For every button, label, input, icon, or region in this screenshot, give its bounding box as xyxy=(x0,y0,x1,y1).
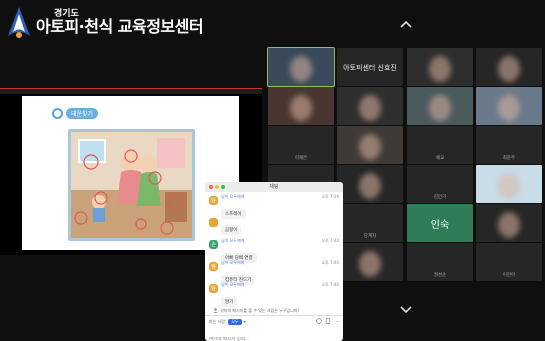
chat-panel: 채팅 팀 님이 모두에게 오후 7:39 스프레이 곰팡이 손 님이 모두에게 오후 7:40… xyxy=(205,182,343,341)
participant-name: 이재은 xyxy=(294,156,308,161)
sender-avatar: 팀 xyxy=(209,284,218,293)
emoji-icon[interactable] xyxy=(316,318,322,325)
participant-tile[interactable] xyxy=(268,87,334,125)
recipient-label: 받는 사람: xyxy=(209,318,227,324)
message-sender: 님이 모두에게 xyxy=(221,238,245,243)
logo-title: 아토피·천식 교육정보센터 xyxy=(36,17,204,37)
file-attach-icon[interactable] xyxy=(325,318,331,325)
message-text: 완기 xyxy=(221,297,238,307)
participant-video xyxy=(359,95,381,121)
message-text: 곰팡이 xyxy=(221,225,242,235)
participant-tile[interactable]: 당계자 xyxy=(337,204,403,242)
participant-video xyxy=(498,56,520,82)
message-time: 오후 7:40 xyxy=(321,238,339,243)
chat-message: 팀 님이 모두에게 오후 7:40 컴퓨터 진드기 xyxy=(209,260,339,285)
chat-composer: 받는 사람: 모두 ▾ ⋯ xyxy=(205,315,343,341)
chat-message-list: 팀 님이 모두에게 오후 7:39 스프레이 곰팡이 손 님이 모두에게 오후 7:40 아빠 … xyxy=(205,192,343,307)
participant-name: 김민기 xyxy=(433,195,447,200)
message-sender: 님이 모두에게 xyxy=(221,282,245,287)
chat-title: 채팅 xyxy=(269,184,279,190)
chat-message: 곰팡이 xyxy=(209,216,339,238)
participant-name: 아토피센터 신효진 xyxy=(343,64,397,72)
chat-message: 팀 님이 모두에게 오후 7:39 스프레이 xyxy=(209,194,339,219)
slide-tag-icon xyxy=(52,108,63,119)
participant-video xyxy=(429,56,451,82)
sender-avatar: 손 xyxy=(209,240,218,249)
message-time: 오후 7:40 xyxy=(321,260,339,265)
logo-mark-icon xyxy=(6,6,32,40)
participant-tile[interactable] xyxy=(337,165,403,203)
slide-tag-label: 태운찾기 xyxy=(66,108,99,119)
chevron-down-icon: ▾ xyxy=(243,319,246,324)
participant-tile[interactable] xyxy=(407,87,473,125)
message-sender: 님이 모두에게 xyxy=(221,194,245,199)
logo: 경기도 아토피·천식 교육정보센터 xyxy=(6,6,204,40)
participant-tile[interactable] xyxy=(267,47,335,87)
participant-tile[interactable]: 이재은 xyxy=(268,126,334,164)
message-time: 오후 7:40 xyxy=(321,282,339,287)
chat-message: 팀 님이 모두에게 오후 7:40 완기 xyxy=(209,282,339,307)
participant-tile[interactable] xyxy=(476,48,542,86)
chat-notice-text: 귀하의 메시지를 볼 수 있는 사람은 누구입니까? xyxy=(220,307,300,313)
person-icon xyxy=(213,307,218,314)
participant-video xyxy=(359,173,381,199)
participant-tile[interactable]: 아토피센터 신효진 xyxy=(337,48,403,86)
message-time: 오후 7:39 xyxy=(321,194,339,199)
participant-tile[interactable] xyxy=(337,243,403,281)
participant-tile[interactable] xyxy=(476,165,542,203)
chat-titlebar: 채팅 xyxy=(205,182,343,192)
participant-name: 권성순 xyxy=(433,273,447,278)
participant-video xyxy=(290,95,312,121)
participant-tile[interactable] xyxy=(476,204,542,242)
participant-tile[interactable] xyxy=(337,126,403,164)
participant-tile[interactable]: 김민기 xyxy=(407,165,473,203)
room-illustration xyxy=(68,129,195,241)
participant-tile[interactable] xyxy=(407,48,473,86)
participant-tile[interactable]: 권성순 xyxy=(407,243,473,281)
more-options-icon[interactable]: ⋯ xyxy=(334,319,339,325)
chat-message: 손 님이 모두에게 오후 7:40 아빠 담배 연결 xyxy=(209,238,339,263)
chat-visibility-notice: 귀하의 메시지를 볼 수 있는 사람은 누구입니까? xyxy=(205,306,343,315)
participant-tile[interactable] xyxy=(337,87,403,125)
recipient-select[interactable]: 모두 xyxy=(228,318,242,325)
participant-tile[interactable] xyxy=(476,87,542,125)
participant-tile[interactable]: 채교 xyxy=(407,126,473,164)
participant-initials: 인숙 xyxy=(430,220,450,231)
participant-tile[interactable]: 최윤주 xyxy=(476,126,542,164)
sender-avatar: 팀 xyxy=(209,262,218,271)
participant-video xyxy=(498,95,520,121)
chat-message-input[interactable] xyxy=(209,337,339,341)
participant-name: 당계자 xyxy=(363,234,377,239)
participant-tile[interactable]: 이현아 xyxy=(476,243,542,281)
participant-tile[interactable]: 인숙 xyxy=(407,204,473,242)
participant-video xyxy=(429,95,451,121)
participant-video xyxy=(359,251,381,277)
participant-name: 이현아 xyxy=(502,273,516,278)
slide-tag: 태운찾기 xyxy=(52,108,99,119)
participant-name: 채교 xyxy=(435,156,445,161)
participant-video xyxy=(290,56,312,82)
participant-video xyxy=(498,212,520,238)
gallery-next-chevron-down-icon[interactable] xyxy=(396,302,416,318)
shared-screen-toolbar xyxy=(0,88,262,94)
participant-name: 최윤주 xyxy=(502,156,516,161)
message-sender: 님이 모두에게 xyxy=(221,260,245,265)
gallery-prev-chevron-up-icon[interactable] xyxy=(396,16,416,32)
participant-video xyxy=(359,134,381,160)
sender-avatar xyxy=(209,218,218,227)
participant-video xyxy=(498,173,520,199)
sender-avatar: 팀 xyxy=(209,196,218,205)
